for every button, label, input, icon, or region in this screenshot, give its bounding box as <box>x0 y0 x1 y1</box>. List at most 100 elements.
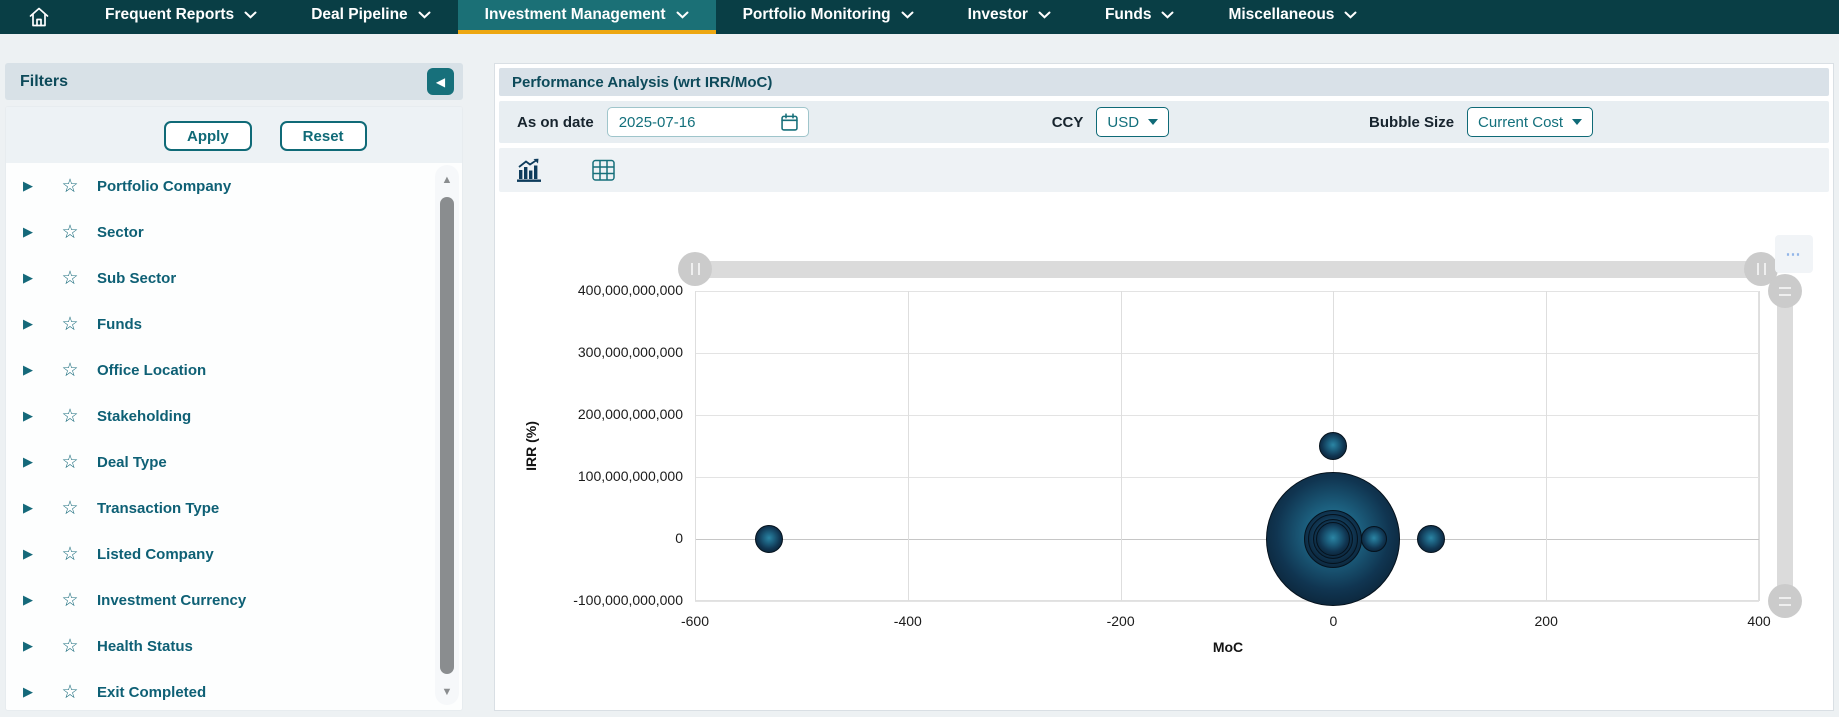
panel-title: Performance Analysis (wrt IRR/MoC) <box>512 74 772 91</box>
x-tick-label: 0 <box>1288 613 1378 629</box>
chart-vertical-scrollbar[interactable] <box>1777 291 1793 601</box>
favorite-star-icon[interactable]: ☆ <box>58 405 82 428</box>
filter-row-listed-company[interactable]: ▶ ☆ Listed Company <box>6 531 432 577</box>
filters-title: Filters <box>20 73 427 91</box>
apply-button[interactable]: Apply <box>164 121 252 151</box>
grip-icon <box>691 263 700 275</box>
favorite-star-icon[interactable]: ☆ <box>58 589 82 612</box>
filter-row-portfolio-company[interactable]: ▶ ☆ Portfolio Company <box>6 163 432 209</box>
nav-item-investment-management[interactable]: Investment Management <box>458 0 716 34</box>
nav-item-investor[interactable]: Investor <box>941 0 1078 34</box>
filter-row-transaction-type[interactable]: ▶☆Transaction Type <box>6 485 432 531</box>
favorite-star-icon[interactable]: ☆ <box>58 175 82 198</box>
scroll-down-icon[interactable]: ▼ <box>442 686 453 698</box>
dropdown-caret-icon <box>1572 119 1582 125</box>
reset-button[interactable]: Reset <box>280 121 367 151</box>
nav-item-label: Investment Management <box>485 6 666 24</box>
expand-arrow-icon[interactable]: ▶ <box>23 408 41 424</box>
filter-actions-row: Apply Reset <box>6 107 462 163</box>
filters-body: Apply Reset ▶☆Portfolio Company▶☆Sector▶… <box>5 106 463 711</box>
chart-menu-button[interactable]: ⋯ <box>1775 235 1813 273</box>
nav-item-label: Portfolio Monitoring <box>743 6 891 24</box>
nav-item-frequent-reports[interactable]: Frequent Reports <box>78 0 284 34</box>
y-gridline <box>695 415 1759 416</box>
x-gridline <box>1759 291 1760 601</box>
chevron-down-icon <box>1161 11 1174 19</box>
expand-arrow-icon[interactable]: ▶ <box>23 270 41 286</box>
x-gridline <box>1121 291 1122 601</box>
filter-label: Health Status <box>97 638 193 655</box>
favorite-star-icon[interactable]: ☆ <box>58 313 82 336</box>
nav-item-label: Miscellaneous <box>1228 6 1334 24</box>
sidebar-scrollbar[interactable]: ▲ ▼ <box>435 165 459 705</box>
calendar-icon[interactable] <box>779 112 800 133</box>
v-scrollbar-top-handle[interactable] <box>1768 274 1802 308</box>
favorite-star-icon[interactable]: ☆ <box>58 543 82 566</box>
y-gridline <box>695 539 1759 540</box>
favorite-star-icon[interactable]: ☆ <box>58 451 82 474</box>
collapse-sidebar-button[interactable]: ◀ <box>427 68 454 95</box>
filter-label: Portfolio Company <box>97 178 231 195</box>
scrollbar-thumb[interactable] <box>440 197 454 674</box>
bubble-size-dropdown[interactable]: Current Cost <box>1467 107 1593 137</box>
nav-item-label: Deal Pipeline <box>311 6 407 24</box>
expand-arrow-icon[interactable]: ▶ <box>23 316 41 332</box>
filter-label: Listed Company <box>97 546 214 563</box>
scroll-up-icon[interactable]: ▲ <box>442 174 453 186</box>
filters-header: Filters ◀ <box>5 63 463 100</box>
filter-row-health-status[interactable]: ▶ ☆ Health Status <box>6 623 432 669</box>
expand-arrow-icon[interactable]: ▶ <box>23 224 41 240</box>
as-on-date-input[interactable] <box>612 114 779 131</box>
nav-item-label: Funds <box>1105 6 1152 24</box>
filter-row-exit-completed[interactable]: ▶☆Exit Completed <box>6 669 432 711</box>
filter-row-office-location[interactable]: ▶☆Office Location <box>6 347 432 393</box>
chart-view-button[interactable] <box>516 158 543 183</box>
expand-arrow-icon[interactable]: ▶ <box>23 638 41 654</box>
nav-item-portfolio-monitoring[interactable]: Portfolio Monitoring <box>716 0 941 34</box>
bar-chart-icon <box>516 158 543 183</box>
home-button[interactable] <box>0 0 78 34</box>
favorite-star-icon[interactable]: ☆ <box>58 221 82 244</box>
favorite-star-icon[interactable]: ☆ <box>58 635 82 658</box>
as-on-date-field[interactable] <box>607 107 809 137</box>
expand-arrow-icon[interactable]: ▶ <box>23 684 41 700</box>
filter-row-stakeholding[interactable]: ▶ ☆ Stakeholding <box>6 393 432 439</box>
chevron-down-icon <box>1344 11 1357 19</box>
v-scrollbar-bottom-handle[interactable] <box>1768 584 1802 618</box>
expand-arrow-icon[interactable]: ▶ <box>23 454 41 470</box>
nav-item-funds[interactable]: Funds <box>1078 0 1202 34</box>
filter-label: Stakeholding <box>97 408 191 425</box>
x-gridline <box>1546 291 1547 601</box>
dropdown-caret-icon <box>1148 119 1158 125</box>
favorite-star-icon[interactable]: ☆ <box>58 681 82 704</box>
bubble[interactable] <box>1361 526 1387 552</box>
favorite-star-icon[interactable]: ☆ <box>58 359 82 382</box>
y-gridline <box>695 291 1759 292</box>
plot-area <box>695 291 1759 601</box>
favorite-star-icon[interactable]: ☆ <box>58 267 82 290</box>
expand-arrow-icon[interactable]: ▶ <box>23 546 41 562</box>
expand-arrow-icon[interactable]: ▶ <box>23 178 41 194</box>
expand-arrow-icon[interactable]: ▶ <box>23 362 41 378</box>
chart-horizontal-scrollbar[interactable] <box>695 261 1761 278</box>
filter-row-deal-type[interactable]: ▶☆Deal Type <box>6 439 432 485</box>
filter-row-funds[interactable]: ▶ ☆ Funds <box>6 301 432 347</box>
filter-row-investment-currency[interactable]: ▶☆Investment Currency <box>6 577 432 623</box>
ccy-dropdown[interactable]: USD <box>1096 107 1169 137</box>
filter-list: ▶☆Portfolio Company▶☆Sector▶☆Sub Sector▶… <box>6 163 432 710</box>
x-gridline <box>695 291 696 601</box>
grip-icon <box>1757 263 1766 275</box>
favorite-star-icon[interactable]: ☆ <box>58 497 82 520</box>
grip-icon <box>1779 597 1791 606</box>
expand-arrow-icon[interactable]: ▶ <box>23 592 41 608</box>
nav-item-deal-pipeline[interactable]: Deal Pipeline <box>284 0 457 34</box>
filter-label: Funds <box>97 316 142 333</box>
filter-row-sub-sector[interactable]: ▶☆Sub Sector <box>6 255 432 301</box>
table-view-button[interactable] <box>590 158 617 183</box>
y-tick-label: 400,000,000,000 <box>495 282 683 298</box>
h-scrollbar-left-handle[interactable] <box>678 252 712 286</box>
filter-row-sector[interactable]: ▶☆Sector <box>6 209 432 255</box>
expand-arrow-icon[interactable]: ▶ <box>23 500 41 516</box>
nav-item-miscellaneous[interactable]: Miscellaneous <box>1201 0 1384 34</box>
filters-sidebar: Filters ◀ Apply Reset ▶ ☆ Portfolio Compan… <box>5 63 463 711</box>
